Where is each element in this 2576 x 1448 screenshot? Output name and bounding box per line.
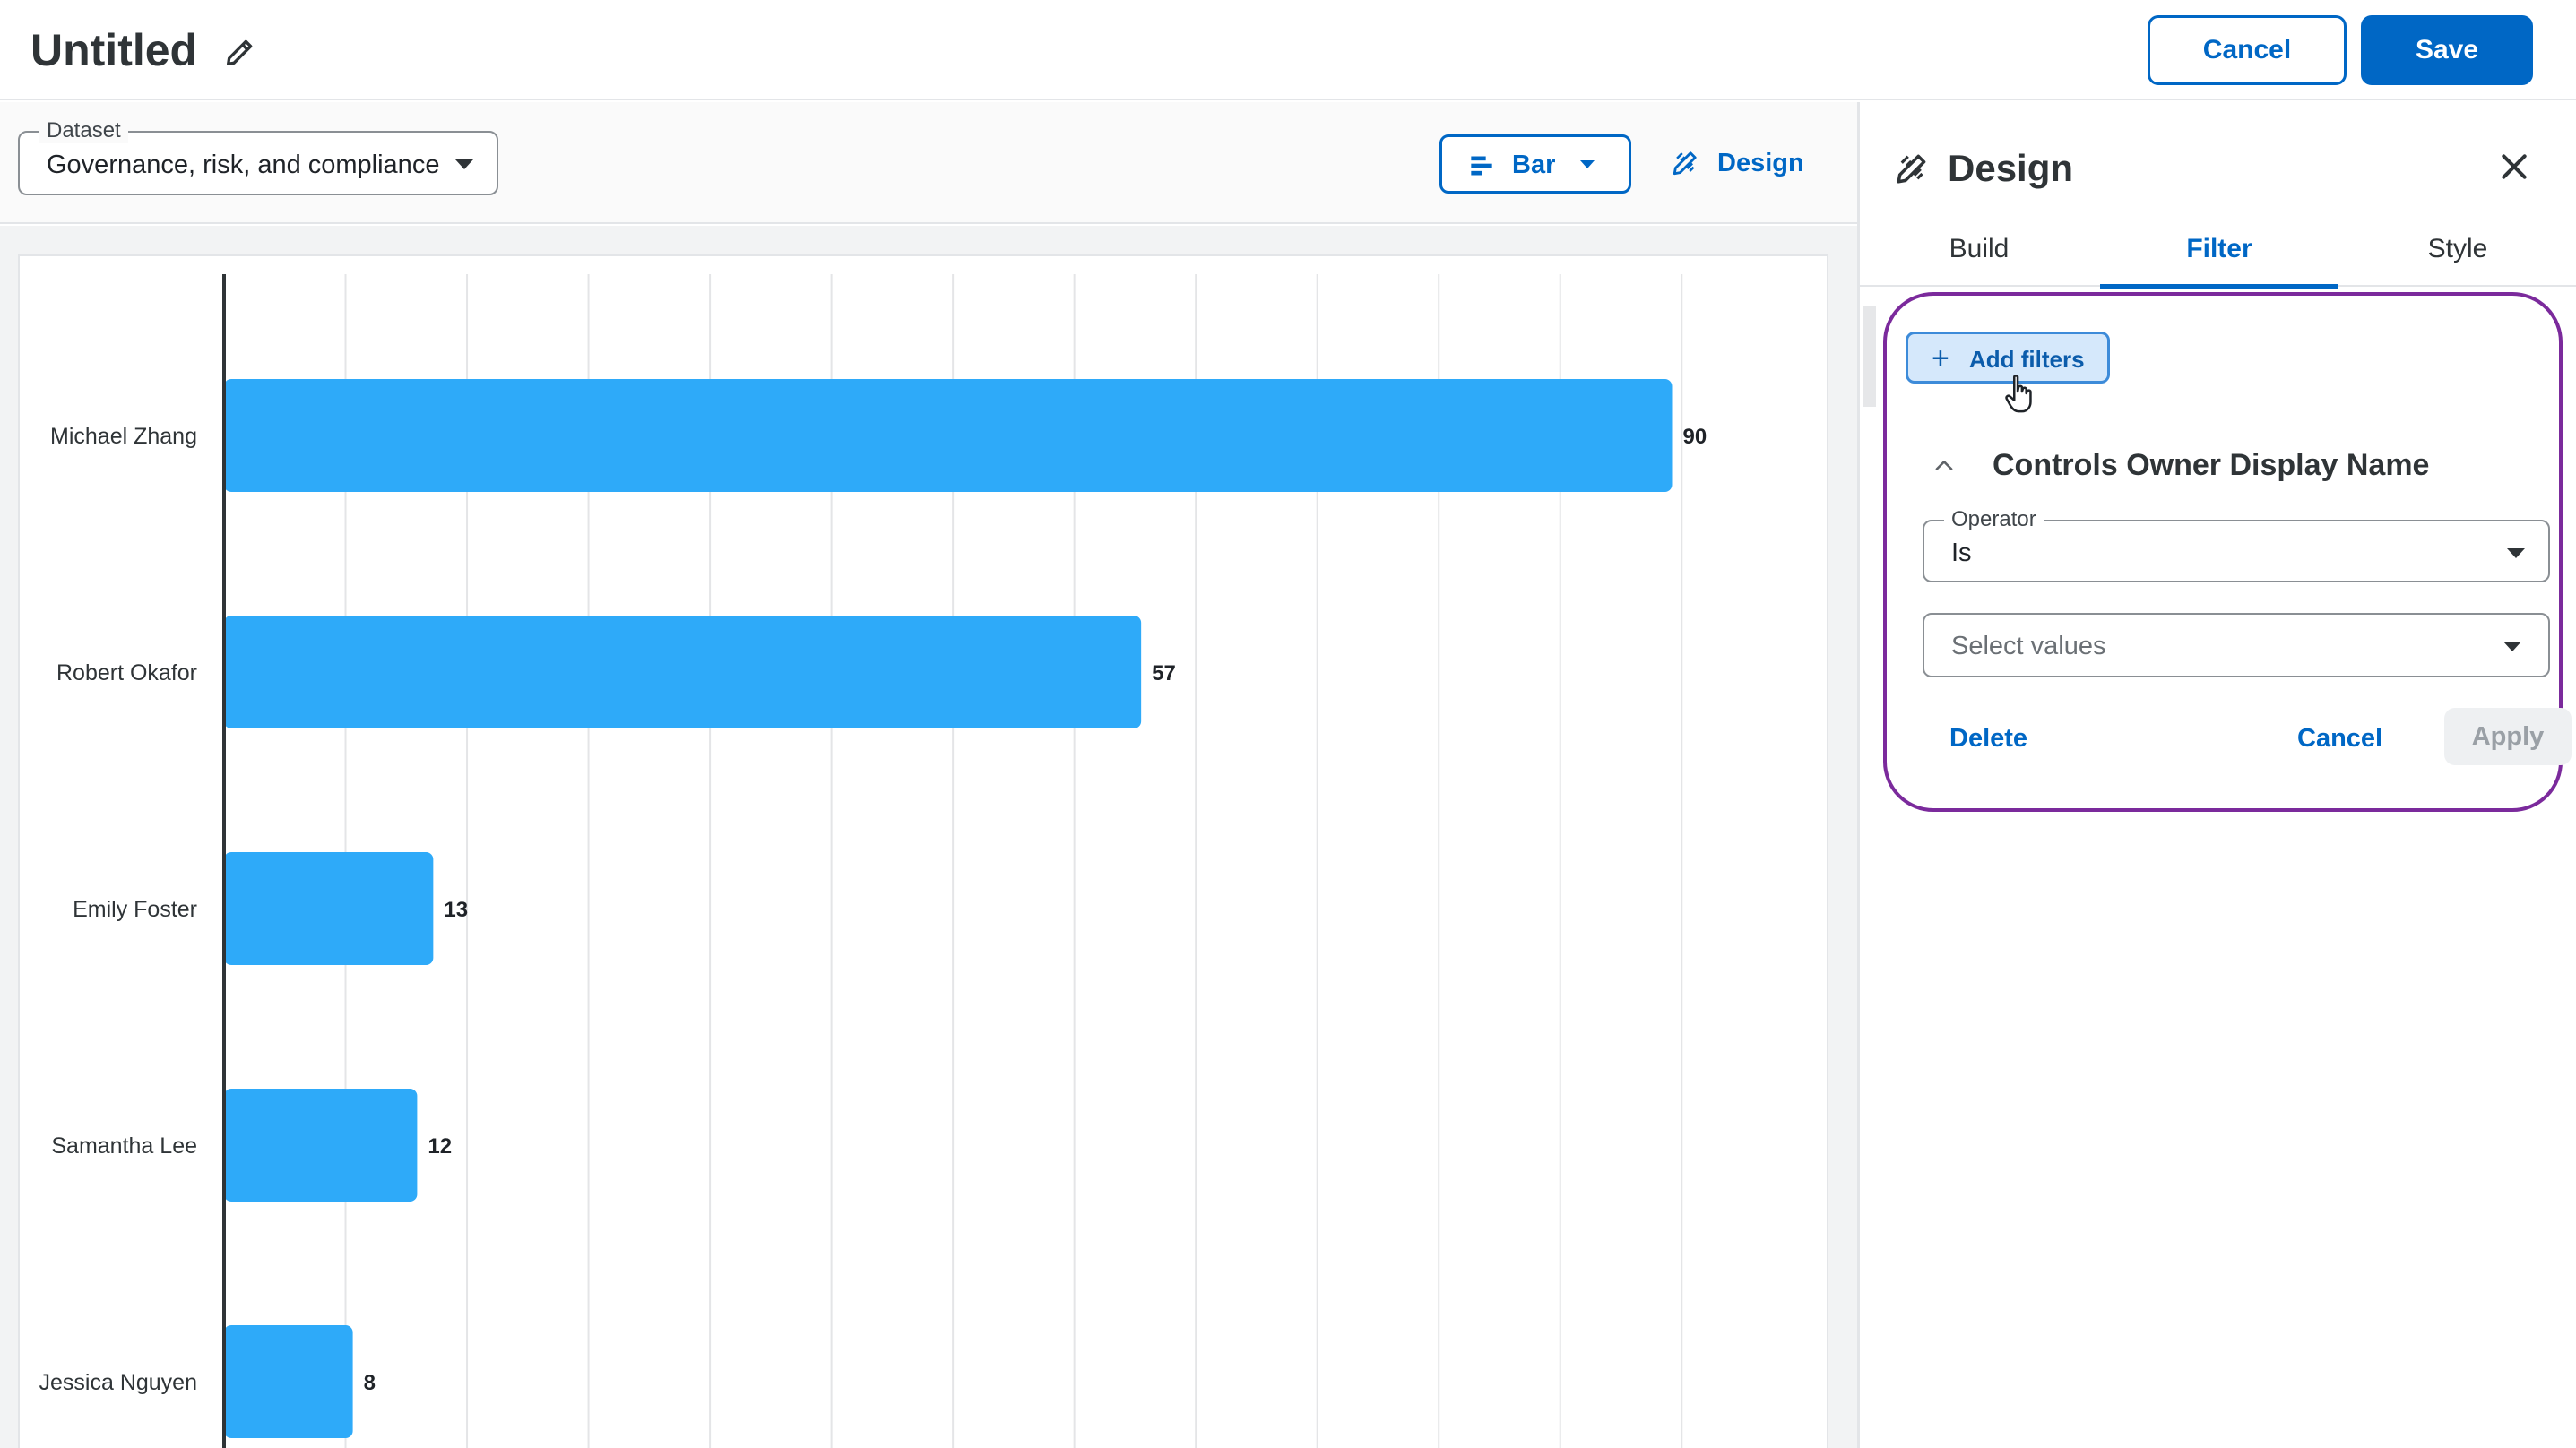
- tab-filter[interactable]: Filter: [2100, 217, 2338, 289]
- add-filters-label: Add filters: [1969, 346, 2085, 373]
- panel-tabs: Build Filter Style: [1860, 217, 2576, 289]
- category-label: Robert Okafor: [56, 660, 197, 685]
- app-header: Untitled Cancel Save: [0, 0, 2576, 100]
- design-panel: Design Build Filter Style + Add filters …: [1857, 102, 2576, 1448]
- filter-section: + Add filters Controls Owner Display Nam…: [1883, 292, 2572, 812]
- category-label: Samantha Lee: [51, 1133, 197, 1159]
- caret-down-icon: [455, 159, 473, 169]
- bar: [224, 1325, 353, 1438]
- caret-down-icon: [2503, 642, 2521, 651]
- caret-down-icon: [2507, 548, 2525, 558]
- horizontal-bar-chart-icon: [1471, 156, 1492, 176]
- cancel-filter-button[interactable]: Cancel: [2297, 722, 2382, 754]
- caret-down-icon: [1580, 160, 1595, 168]
- data-label: 12: [428, 1134, 452, 1159]
- values-placeholder: Select values: [1951, 632, 2106, 660]
- dataset-select[interactable]: Dataset Governance, risk, and compliance: [18, 118, 498, 195]
- hand-pointer-cursor-icon: [2005, 375, 2032, 413]
- operator-value: Is: [1951, 539, 1972, 567]
- chart-toolbar: Dataset Governance, risk, and compliance…: [0, 102, 1857, 224]
- category-label: Emily Foster: [73, 897, 197, 922]
- design-pencil-ruler-icon: [1673, 151, 1697, 176]
- bar: [224, 1089, 418, 1202]
- chart-card: Michael Zhang 90 Robert Okafor 57 Emily Fost…: [18, 254, 1828, 1448]
- panel-scrollbar[interactable]: [1863, 306, 1876, 407]
- dataset-value: Governance, risk, and compliance: [47, 151, 440, 179]
- chevron-up-icon[interactable]: [1932, 453, 1957, 478]
- data-label: 90: [1683, 425, 1707, 449]
- design-link-label: Design: [1717, 149, 1804, 177]
- delete-filter-button[interactable]: Delete: [1949, 722, 2027, 754]
- close-icon[interactable]: [2496, 149, 2532, 185]
- category-label: Michael Zhang: [50, 424, 197, 449]
- data-label: 57: [1152, 661, 1176, 685]
- chart-type-label: Bar: [1512, 151, 1556, 179]
- bar-chart: Michael Zhang 90 Robert Okafor 57 Emily Fost…: [39, 274, 1707, 1448]
- filter-field-heading: Controls Owner Display Name: [1993, 448, 2430, 482]
- save-button[interactable]: Save: [2361, 15, 2533, 85]
- bar: [224, 379, 1673, 492]
- header-cancel-button[interactable]: Cancel: [2148, 15, 2347, 85]
- category-label: Jessica Nguyen: [39, 1370, 197, 1395]
- plus-icon: +: [1932, 341, 1949, 375]
- tab-style[interactable]: Style: [2338, 217, 2576, 287]
- page-title: Untitled: [30, 25, 198, 75]
- pencil-icon[interactable]: [222, 34, 258, 70]
- dataset-label: Dataset: [39, 118, 128, 143]
- design-pencil-ruler-icon: [1897, 154, 1926, 184]
- values-select[interactable]: Select values: [1923, 613, 2550, 677]
- bar: [224, 852, 434, 965]
- chart-type-button[interactable]: Bar: [1439, 134, 1631, 194]
- tab-build[interactable]: Build: [1860, 217, 2098, 287]
- data-label: 13: [444, 898, 468, 922]
- apply-filter-button[interactable]: Apply: [2444, 708, 2572, 765]
- operator-select[interactable]: Operator Is: [1923, 507, 2550, 582]
- panel-title: Design: [1948, 147, 2074, 189]
- chart-canvas-area: Michael Zhang 90 Robert Okafor 57 Emily Fost…: [0, 226, 1857, 1448]
- data-label: 8: [364, 1371, 376, 1395]
- operator-label: Operator: [1944, 507, 2044, 532]
- bar: [224, 616, 1142, 728]
